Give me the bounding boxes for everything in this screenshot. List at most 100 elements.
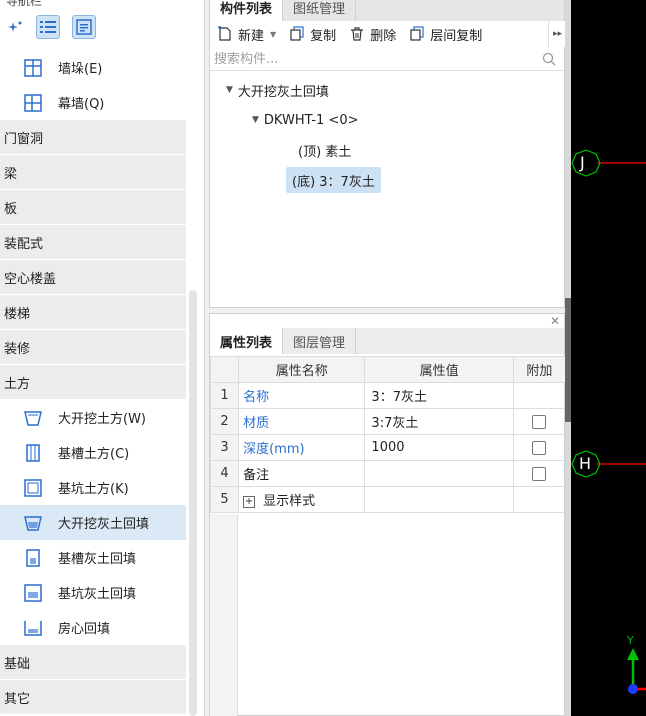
nav-item-label: 基坑灰土回填 <box>58 587 137 602</box>
chevron-down-icon[interactable]: ▼ <box>270 30 276 39</box>
drawing-canvas[interactable]: J H Y <box>571 0 646 716</box>
axis-label-j: J <box>580 153 585 172</box>
nav-category-slab[interactable]: 板 <box>0 190 186 225</box>
tab-drawing-management[interactable]: 图纸管理 <box>283 0 357 21</box>
tree-expand-icon[interactable]: ▼ <box>226 85 233 95</box>
extra-cell <box>512 434 567 461</box>
navigation-panel: 导航栏 墙垛(E) 幕墙(Q) 门窗洞 梁 板 装配式 空心楼盖 楼梯 装修 土… <box>0 0 205 716</box>
copy-button[interactable]: 复制 <box>284 22 340 46</box>
delete-button[interactable]: 删除 <box>344 22 400 46</box>
column-header[interactable]: 附加 <box>512 356 567 383</box>
search-icon[interactable] <box>542 52 556 66</box>
property-value[interactable] <box>364 460 514 487</box>
table-row[interactable]: 4 备注 <box>209 460 567 487</box>
pit-backfill-icon <box>22 582 44 604</box>
table-row[interactable]: 2 材质 3:7灰土 <box>209 408 567 435</box>
property-group[interactable]: + 显示样式 <box>238 486 366 513</box>
property-name: 材质 <box>238 408 366 435</box>
extra-cell <box>512 382 567 409</box>
new-button[interactable]: 新建 ▼ <box>212 22 280 46</box>
nav-scrollbar[interactable] <box>189 290 197 716</box>
list-icon[interactable] <box>36 15 60 39</box>
nav-header: 导航栏 <box>6 0 43 8</box>
nav-category-prefab[interactable]: 装配式 <box>0 225 186 260</box>
extra-checkbox[interactable] <box>532 466 547 481</box>
property-name: 深度(mm) <box>238 434 366 461</box>
table-row[interactable]: 1 名称 3：7灰土 <box>209 382 567 409</box>
tree-node-top-layer[interactable]: (顶) 素土 <box>298 137 351 163</box>
property-value[interactable]: 3:7灰土 <box>364 408 514 435</box>
component-list-pane: 构件列表 图纸管理 新建 ▼ 复制 删除 层间复制 ▸▸ 搜索构件... ▼ 大… <box>209 0 566 308</box>
nav-item-label: 基槽土方(C) <box>58 447 130 462</box>
extra-checkbox[interactable] <box>532 414 547 429</box>
nav-item-excavation-backfill[interactable]: 大开挖灰土回填 <box>0 505 186 540</box>
nav-item-label: 基槽灰土回填 <box>58 552 137 567</box>
nav-item-wall-pier[interactable]: 墙垛(E) <box>0 50 186 85</box>
nav-item-label: 基坑土方(K) <box>58 482 129 497</box>
nav-item-room-backfill[interactable]: 房心回填 <box>0 610 186 645</box>
row-index: 2 <box>209 408 240 435</box>
property-value[interactable]: 3：7灰土 <box>364 382 514 409</box>
nav-item-pit-backfill[interactable]: 基坑灰土回填 <box>0 575 186 610</box>
nav-item-pit[interactable]: 基坑土方(K) <box>0 470 186 505</box>
nav-item-label: 墙垛(E) <box>58 62 103 77</box>
more-icon[interactable]: ▸▸ <box>548 21 566 47</box>
copy-label: 复制 <box>310 28 337 44</box>
floor-copy-label: 层间复制 <box>430 28 483 44</box>
nav-category-other[interactable]: 其它 <box>0 680 186 715</box>
property-value[interactable]: 1000 <box>364 434 514 461</box>
curtain-wall-icon <box>22 92 44 114</box>
close-icon[interactable]: ✕ <box>550 315 560 327</box>
excavation-backfill-icon <box>22 512 44 534</box>
extra-checkbox[interactable] <box>532 440 547 455</box>
copy-icon <box>288 25 306 43</box>
ucs-y-label: Y <box>627 634 634 647</box>
tab-component-list[interactable]: 构件列表 <box>210 0 284 21</box>
axis-label-h: H <box>579 454 592 473</box>
search-input[interactable] <box>210 49 530 70</box>
component-search <box>210 49 564 71</box>
sparkle-icon[interactable] <box>4 15 28 39</box>
component-tabs: 构件列表 图纸管理 <box>210 0 564 21</box>
tree-expand-icon[interactable]: ▼ <box>252 115 259 125</box>
ucs-origin <box>628 684 638 694</box>
detail-list-icon[interactable] <box>72 15 96 39</box>
column-header[interactable]: 属性名称 <box>238 356 366 383</box>
tab-property-list[interactable]: 属性列表 <box>210 328 284 354</box>
room-backfill-icon <box>22 617 44 639</box>
property-value <box>364 486 514 513</box>
table-row[interactable]: 3 深度(mm) 1000 <box>209 434 567 461</box>
tree-node-bottom-layer[interactable]: (底) 3：7灰土 <box>286 167 381 193</box>
new-file-icon <box>216 25 234 43</box>
nav-item-trench[interactable]: 基槽土方(C) <box>0 435 186 470</box>
tree-node-root[interactable]: ▼ 大开挖灰土回填 <box>226 77 329 103</box>
nav-category-hollow-floor[interactable]: 空心楼盖 <box>0 260 186 295</box>
trench-backfill-icon <box>22 547 44 569</box>
nav-category-decoration[interactable]: 装修 <box>0 330 186 365</box>
tree-node-component[interactable]: ▼ DKWHT-1 <0> <box>252 107 359 133</box>
app-window: 导航栏 墙垛(E) 幕墙(Q) 门窗洞 梁 板 装配式 空心楼盖 楼梯 装修 土… <box>0 0 646 716</box>
excavation-icon <box>22 407 44 429</box>
table-row[interactable]: 5 + 显示样式 <box>209 486 567 513</box>
trash-icon <box>348 25 366 43</box>
property-tabs: 属性列表 图层管理 <box>210 328 564 354</box>
nav-item-excavation[interactable]: 大开挖土方(W) <box>0 400 186 435</box>
tab-layer-management[interactable]: 图层管理 <box>283 328 357 354</box>
nav-category-earthwork[interactable]: 土方 <box>0 365 186 400</box>
row-index: 3 <box>209 434 240 461</box>
floor-copy-button[interactable]: 层间复制 <box>404 22 486 46</box>
wall-pier-icon <box>22 57 44 79</box>
nav-toolbar <box>0 12 200 42</box>
extra-cell <box>512 460 567 487</box>
nav-category-stairs[interactable]: 楼梯 <box>0 295 186 330</box>
nav-item-trench-backfill[interactable]: 基槽灰土回填 <box>0 540 186 575</box>
nav-item-curtain-wall[interactable]: 幕墙(Q) <box>0 85 186 120</box>
middle-panel: 构件列表 图纸管理 新建 ▼ 复制 删除 层间复制 ▸▸ 搜索构件... ▼ 大… <box>205 0 567 716</box>
expand-plus-icon[interactable]: + <box>243 495 256 508</box>
column-header[interactable]: 属性值 <box>364 356 514 383</box>
nav-category-foundation[interactable]: 基础 <box>0 645 186 680</box>
nav-category-door-window[interactable]: 门窗洞 <box>0 120 186 155</box>
axis-bubble-j <box>571 149 601 177</box>
property-name: 名称 <box>238 382 366 409</box>
nav-category-beam[interactable]: 梁 <box>0 155 186 190</box>
